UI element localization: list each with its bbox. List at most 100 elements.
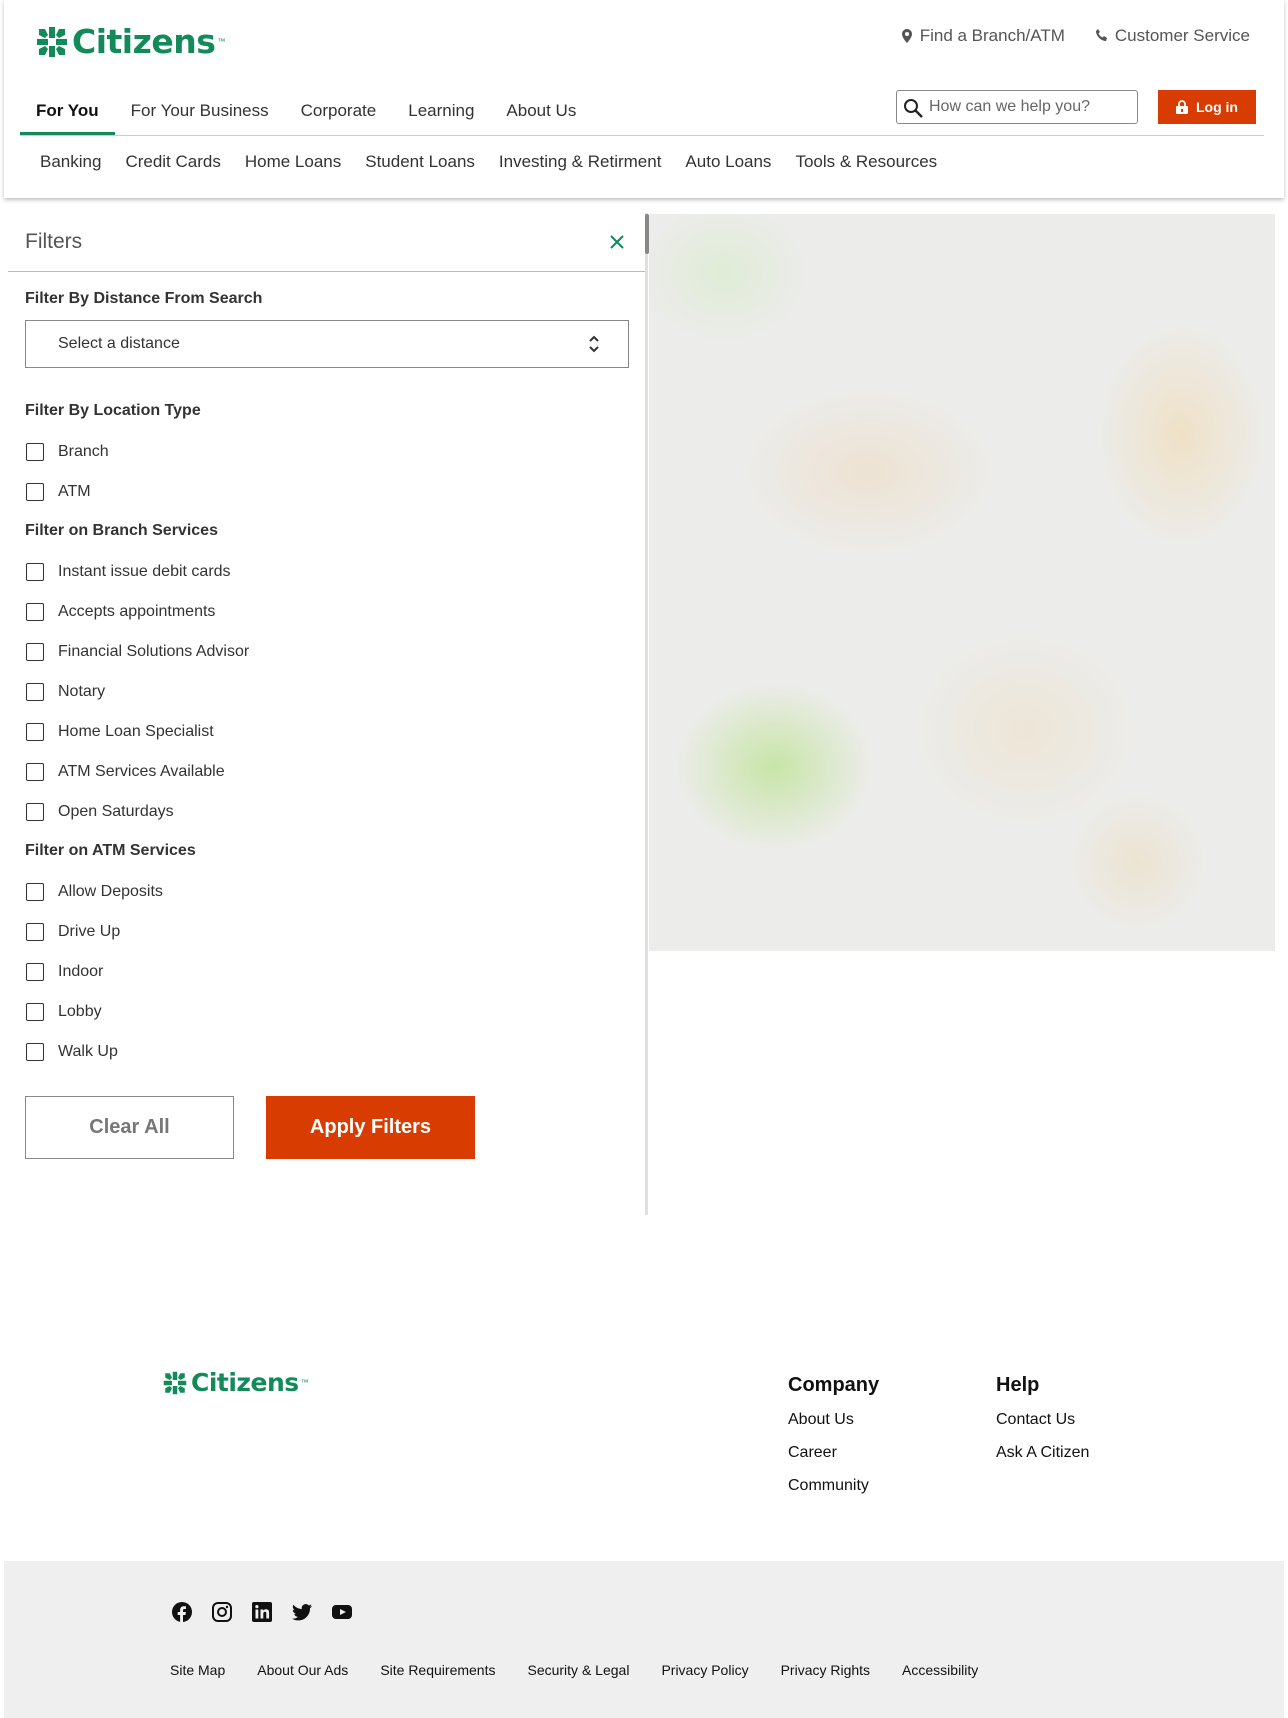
map-view[interactable] bbox=[649, 214, 1275, 951]
footer-link-career[interactable]: Career bbox=[788, 1444, 879, 1462]
location-pin-icon bbox=[901, 29, 912, 43]
subnav-credit-cards[interactable]: Credit Cards bbox=[113, 152, 232, 172]
search-box[interactable] bbox=[896, 90, 1138, 124]
checkbox-financial-solutions-advisor[interactable]: Financial Solutions Advisor bbox=[25, 632, 628, 672]
checkbox-box[interactable] bbox=[26, 603, 44, 621]
citizens-logo-icon bbox=[37, 26, 67, 57]
distance-select[interactable]: Select a distance bbox=[25, 320, 629, 368]
footer-logo-text: Citizens bbox=[191, 1368, 299, 1397]
checkbox-label: Instant issue debit cards bbox=[58, 563, 231, 580]
checkbox-drive-up[interactable]: Drive Up bbox=[25, 912, 628, 952]
footer-link-contact-us[interactable]: Contact Us bbox=[996, 1411, 1089, 1429]
login-button[interactable]: Log in bbox=[1158, 90, 1256, 124]
customer-service-link[interactable]: Customer Service bbox=[1095, 26, 1250, 46]
footer-link-ask-a-citizen[interactable]: Ask A Citizen bbox=[996, 1444, 1089, 1462]
checkbox-lobby[interactable]: Lobby bbox=[25, 992, 628, 1032]
legal-link-security-legal[interactable]: Security & Legal bbox=[527, 1662, 629, 1678]
legal-link-privacy-rights[interactable]: Privacy Rights bbox=[781, 1662, 870, 1678]
legal-link-about-our-ads[interactable]: About Our Ads bbox=[257, 1662, 348, 1678]
checkbox-branch[interactable]: Branch bbox=[25, 432, 628, 472]
customer-service-label: Customer Service bbox=[1114, 26, 1250, 45]
checkbox-box[interactable] bbox=[26, 883, 44, 901]
checkbox-box[interactable] bbox=[26, 723, 44, 741]
checkbox-box[interactable] bbox=[26, 643, 44, 661]
secondary-nav: Banking Credit Cards Home Loans Student … bbox=[24, 152, 949, 172]
legal-link-site-map[interactable]: Site Map bbox=[170, 1662, 225, 1678]
legal-link-accessibility[interactable]: Accessibility bbox=[902, 1662, 978, 1678]
checkbox-box[interactable] bbox=[26, 683, 44, 701]
checkbox-open-saturdays[interactable]: Open Saturdays bbox=[25, 792, 628, 832]
checkbox-label: Notary bbox=[58, 683, 106, 700]
nav-for-your-business[interactable]: For Your Business bbox=[115, 92, 285, 136]
distance-select-value: Select a distance bbox=[58, 335, 180, 352]
clear-all-button[interactable]: Clear All bbox=[25, 1096, 234, 1159]
checkbox-label: Branch bbox=[58, 443, 109, 460]
location-type-label: Filter By Location Type bbox=[25, 402, 201, 419]
branch-services-label: Filter on Branch Services bbox=[25, 522, 218, 539]
footer-link-community[interactable]: Community bbox=[788, 1477, 879, 1495]
checkbox-indoor[interactable]: Indoor bbox=[25, 952, 628, 992]
checkbox-atm[interactable]: ATM bbox=[25, 472, 628, 512]
footer-company-title: Company bbox=[788, 1374, 880, 1396]
checkbox-atm-services-available[interactable]: ATM Services Available bbox=[25, 752, 628, 792]
checkbox-label: Drive Up bbox=[58, 923, 121, 940]
subnav-investing-retirement[interactable]: Investing & Retirment bbox=[487, 152, 674, 172]
filters-title: Filters bbox=[25, 230, 83, 253]
checkbox-box[interactable] bbox=[26, 483, 44, 501]
subnav-tools-resources[interactable]: Tools & Resources bbox=[783, 152, 949, 172]
social-links bbox=[172, 1602, 352, 1622]
filters-body: Filter By Distance From Search Select a … bbox=[8, 290, 645, 1159]
checkbox-box[interactable] bbox=[26, 443, 44, 461]
legal-link-privacy-policy[interactable]: Privacy Policy bbox=[661, 1662, 748, 1678]
checkbox-label: Walk Up bbox=[58, 1043, 118, 1060]
nav-learning[interactable]: Learning bbox=[392, 92, 490, 136]
trademark: ™ bbox=[300, 1378, 309, 1387]
checkbox-box[interactable] bbox=[26, 803, 44, 821]
search-input[interactable] bbox=[929, 98, 1129, 116]
checkbox-walk-up[interactable]: Walk Up bbox=[25, 1032, 628, 1072]
checkbox-notary[interactable]: Notary bbox=[25, 672, 628, 712]
nav-for-you[interactable]: For You bbox=[20, 92, 115, 136]
search-icon bbox=[904, 99, 923, 118]
checkbox-box[interactable] bbox=[26, 563, 44, 581]
checkbox-home-loan-specialist[interactable]: Home Loan Specialist bbox=[25, 712, 628, 752]
checkbox-label: Allow Deposits bbox=[58, 883, 163, 900]
chevron-up-down-icon bbox=[589, 335, 599, 353]
instagram-icon[interactable] bbox=[212, 1602, 232, 1622]
twitter-icon[interactable] bbox=[292, 1602, 312, 1622]
nav-divider bbox=[20, 135, 1264, 136]
filters-panel: Filters Filter By Distance From Search S… bbox=[8, 213, 648, 1215]
youtube-icon[interactable] bbox=[332, 1602, 352, 1622]
footer-bottom-bar: Site Map About Our Ads Site Requirements… bbox=[4, 1561, 1284, 1718]
checkbox-instant-issue-debit-cards[interactable]: Instant issue debit cards bbox=[25, 552, 628, 592]
footer-citizens-logo[interactable]: Citizens ™ bbox=[163, 1368, 309, 1397]
filters-header: Filters bbox=[8, 213, 645, 272]
linkedin-icon[interactable] bbox=[252, 1602, 272, 1622]
subnav-home-loans[interactable]: Home Loans bbox=[233, 152, 353, 172]
nav-corporate[interactable]: Corporate bbox=[285, 92, 393, 136]
checkbox-box[interactable] bbox=[26, 1003, 44, 1021]
legal-link-site-requirements[interactable]: Site Requirements bbox=[380, 1662, 495, 1678]
distance-filter-label: Filter By Distance From Search bbox=[25, 290, 263, 307]
subnav-student-loans[interactable]: Student Loans bbox=[353, 152, 487, 172]
facebook-icon[interactable] bbox=[172, 1602, 192, 1622]
checkbox-box[interactable] bbox=[26, 1043, 44, 1061]
checkbox-label: ATM bbox=[58, 483, 91, 500]
nav-about-us[interactable]: About Us bbox=[490, 92, 592, 136]
checkbox-allow-deposits[interactable]: Allow Deposits bbox=[25, 872, 628, 912]
apply-filters-button[interactable]: Apply Filters bbox=[266, 1096, 475, 1159]
subnav-auto-loans[interactable]: Auto Loans bbox=[673, 152, 783, 172]
checkbox-box[interactable] bbox=[26, 923, 44, 941]
find-branch-link[interactable]: Find a Branch/ATM bbox=[900, 26, 1065, 46]
footer-link-about-us[interactable]: About Us bbox=[788, 1411, 879, 1429]
lock-icon bbox=[1176, 100, 1188, 114]
citizens-logo[interactable]: Citizens ™ bbox=[36, 22, 225, 61]
checkbox-accepts-appointments[interactable]: Accepts appointments bbox=[25, 592, 628, 632]
close-filters-button[interactable] bbox=[605, 230, 629, 254]
citizens-logo-text: Citizens bbox=[72, 22, 216, 61]
login-label: Log in bbox=[1196, 99, 1238, 115]
checkbox-box[interactable] bbox=[26, 763, 44, 781]
checkbox-box[interactable] bbox=[26, 963, 44, 981]
subnav-banking[interactable]: Banking bbox=[24, 152, 113, 172]
checkbox-label: ATM Services Available bbox=[58, 763, 225, 780]
